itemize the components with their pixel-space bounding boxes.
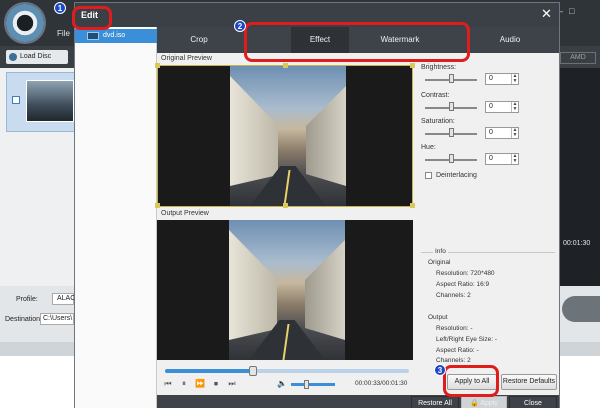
saturation-label: Saturation: [421, 118, 455, 125]
amd-acceleration-badge: AMD [560, 52, 596, 64]
source-thumbnail [26, 80, 74, 122]
convert-button[interactable] [562, 296, 600, 322]
source-item-checkbox[interactable] [12, 96, 20, 104]
hue-label: Hue: [421, 144, 436, 151]
output-aspect-ratio: Aspect Ratio: - [436, 347, 479, 354]
app-logo-disc-icon [4, 2, 46, 44]
destination-field[interactable]: C:\Users\ [40, 313, 74, 325]
spin-arrows-icon[interactable]: ▲ ▼ [511, 74, 518, 84]
destination-label: Destination: [5, 316, 42, 323]
spin-arrows-icon[interactable]: ▲ ▼ [511, 128, 518, 138]
deinterlacing-checkbox[interactable] [425, 172, 432, 179]
deinterlacing-label: Deinterlacing [436, 172, 477, 179]
output-eye-size: Left/Right Eye Size: - [436, 336, 498, 343]
file-icon [87, 32, 99, 40]
tab-effect[interactable]: Effect [291, 27, 349, 53]
original-video-frame [230, 66, 346, 206]
seek-bar-thumb[interactable] [248, 366, 257, 376]
edit-dialog: Edit ✕ dvd.iso Crop Effect Watermark Aud… [74, 2, 560, 408]
contrast-value[interactable]: 0 ▲ ▼ [485, 101, 519, 113]
output-info-heading: Output [428, 314, 448, 321]
spin-arrows-icon[interactable]: ▲ ▼ [511, 102, 518, 112]
close-button[interactable]: Close [509, 396, 557, 408]
fast-forward-icon[interactable]: ⏩ [195, 379, 205, 389]
spin-arrows-icon[interactable]: ▲ ▼ [511, 154, 518, 164]
contrast-label: Contrast: [421, 92, 450, 99]
volume-icon[interactable]: 🔈 [277, 379, 287, 389]
contrast-slider-thumb[interactable] [449, 102, 454, 111]
tab-crop[interactable]: Crop [171, 27, 227, 53]
info-heading: Info [433, 248, 448, 255]
volume-slider-thumb[interactable] [304, 380, 310, 389]
hue-slider-thumb[interactable] [449, 154, 454, 163]
apply-button[interactable]: 🔒 Apply [461, 396, 507, 408]
saturation-value[interactable]: 0 ▲ ▼ [485, 127, 519, 139]
edit-tabs: Crop Effect Watermark Audio [157, 27, 559, 53]
output-channels: Channels: 2 [436, 357, 471, 364]
apply-to-all-button[interactable]: Apply to All [447, 374, 497, 390]
file-list-item[interactable]: dvd.iso [75, 29, 157, 43]
output-video-frame [229, 220, 345, 360]
menu-file[interactable]: File [57, 29, 70, 38]
original-info-heading: Original [428, 259, 451, 266]
profile-label: Profile: [16, 296, 38, 303]
output-preview-label: Output Preview [161, 210, 209, 217]
tab-audio[interactable]: Audio [485, 27, 535, 53]
restore-defaults-button[interactable]: Restore Defaults [501, 374, 557, 390]
crop-handle[interactable] [155, 203, 160, 208]
output-preview [157, 220, 413, 360]
original-aspect-ratio: Aspect Ratio: 16:9 [436, 281, 490, 288]
crop-handle[interactable] [283, 203, 288, 208]
crop-handle[interactable] [283, 63, 288, 68]
previous-frame-icon[interactable]: ⏮ [163, 379, 173, 389]
hue-value[interactable]: 0 ▲ ▼ [485, 153, 519, 165]
saturation-slider-thumb[interactable] [449, 128, 454, 137]
output-resolution: Resolution: - [436, 325, 473, 332]
seek-bar[interactable] [165, 366, 409, 376]
pause-icon[interactable]: ⏸ [179, 379, 189, 389]
tab-watermark[interactable]: Watermark [363, 27, 437, 53]
restore-all-button[interactable]: Restore All [411, 396, 459, 408]
crop-handle[interactable] [155, 63, 160, 68]
player-controls: ⏮ ⏸ ⏩ ⏹ ⏭ 🔈 00:00:33/00:01:30 [157, 361, 415, 391]
main-time-readout: 00:01:30 [563, 240, 591, 247]
file-item-label: dvd.iso [103, 32, 126, 39]
dialog-file-list [75, 27, 157, 408]
crop-handle[interactable] [410, 203, 415, 208]
lock-icon: 🔒 [470, 400, 479, 407]
annotation-badge-3: 3 [434, 364, 446, 376]
volume-slider[interactable] [291, 380, 335, 389]
original-channels: Channels: 2 [436, 292, 471, 299]
original-preview[interactable] [157, 65, 413, 207]
annotation-badge-1: 1 [54, 2, 66, 14]
brightness-slider-thumb[interactable] [449, 74, 454, 83]
seek-bar-fill [165, 369, 253, 373]
brightness-label: Brightness: [421, 64, 457, 71]
original-resolution: Resolution: 720*480 [436, 270, 495, 277]
window-controls[interactable]: –□ [558, 6, 580, 16]
playback-time: 00:00:33/00:01:30 [355, 380, 408, 387]
dialog-title: Edit [81, 10, 98, 20]
next-frame-icon[interactable]: ⏭ [227, 379, 237, 389]
original-preview-label: Original Preview [161, 55, 212, 62]
load-disc-label: Load Disc [20, 53, 52, 60]
brightness-value[interactable]: 0 ▲ ▼ [485, 73, 519, 85]
crop-handle[interactable] [410, 63, 415, 68]
close-icon[interactable]: ✕ [541, 7, 552, 21]
dialog-title-bar [75, 3, 559, 27]
apply-button-label: Apply [480, 400, 498, 407]
disc-icon [9, 53, 17, 61]
profile-select[interactable]: ALAC [52, 293, 75, 305]
load-disc-button[interactable]: Load Disc [6, 50, 68, 64]
stop-icon[interactable]: ⏹ [211, 379, 221, 389]
annotation-badge-2: 2 [234, 20, 246, 32]
